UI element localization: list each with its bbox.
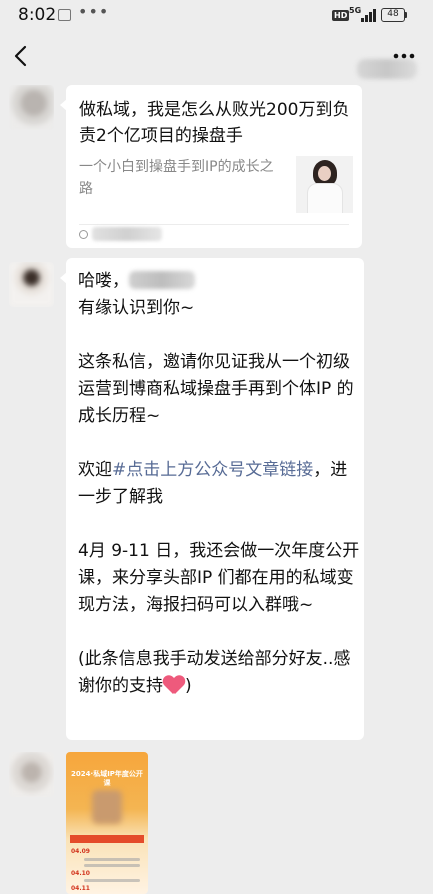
- message-text: 哈喽， 有缘认识到你~ 这条私信，邀请你见证我从一个初级运营到博商私域操盘手再到…: [78, 271, 360, 696]
- chat-title: [170, 45, 417, 79]
- notification-dots: •••: [78, 2, 110, 21]
- sender-avatar[interactable]: [9, 262, 54, 307]
- poster-date: 04.09: [71, 848, 90, 855]
- poster-date: 04.11: [71, 885, 90, 892]
- network-label: 5G: [349, 6, 362, 15]
- poster-date: 04.10: [71, 870, 90, 877]
- redacted-name: [129, 271, 195, 289]
- sender-avatar[interactable]: [9, 85, 54, 130]
- article-source: [92, 227, 162, 241]
- article-hashtag-link[interactable]: #点击上方公众号文章链接: [112, 460, 313, 480]
- sender-avatar[interactable]: [9, 752, 54, 797]
- poster-image-message[interactable]: 2024·私域IP年度公开课 04.09 04.10 04.11: [66, 752, 148, 894]
- battery-tip: [405, 12, 407, 18]
- chevron-left-icon[interactable]: [12, 42, 32, 70]
- status-bar: 8:02 ••• HD 5G 48: [0, 0, 433, 32]
- message-paragraph: (此条信息我手动发送给部分好友..感谢你的支持: [78, 649, 351, 696]
- poster-banner: [70, 835, 144, 843]
- hd-icon: HD: [332, 10, 350, 21]
- heart-emoji-icon: [163, 675, 185, 695]
- chat-header: [0, 32, 433, 82]
- official-account-icon: [79, 230, 88, 239]
- card-divider: [79, 224, 349, 225]
- poster-photo: [92, 790, 122, 824]
- text-message-bubble[interactable]: 哈喽， 有缘认识到你~ 这条私信，邀请你见证我从一个初级运营到博商私域操盘手再到…: [60, 258, 364, 740]
- message-paragraph: 这条私信，邀请你见证我从一个初级运营到博商私域操盘手再到个体IP 的成长历程~: [78, 352, 354, 426]
- message-line: 有缘认识到你~: [78, 298, 195, 318]
- message-paragraph: 4月 9-11 日，我还会做一次年度公开课，来分享头部IP 们都在用的私域变现方…: [78, 541, 360, 615]
- greeting-text: 哈喽，: [78, 271, 129, 291]
- gallery-icon: [58, 9, 71, 21]
- poster-line: [84, 879, 140, 882]
- poster-line: [84, 864, 140, 867]
- status-time: 8:02: [18, 5, 57, 25]
- article-thumbnail: [296, 156, 353, 213]
- article-title: 做私域，我是怎么从败光200万到负责2个亿项目的操盘手: [79, 100, 350, 146]
- battery-icon: 48: [381, 8, 405, 22]
- signal-icon: 5G: [349, 6, 376, 22]
- article-description: 一个小白到操盘手到IP的成长之路: [79, 159, 274, 197]
- poster-title: 2024·私域IP年度公开课: [71, 770, 143, 787]
- poster-line: [84, 858, 140, 861]
- article-link-card[interactable]: 做私域，我是怎么从败光200万到负责2个亿项目的操盘手 一个小白到操盘手到IP的…: [60, 85, 362, 248]
- more-horizontal-icon[interactable]: [390, 42, 418, 70]
- welcome-text: 欢迎: [78, 460, 112, 480]
